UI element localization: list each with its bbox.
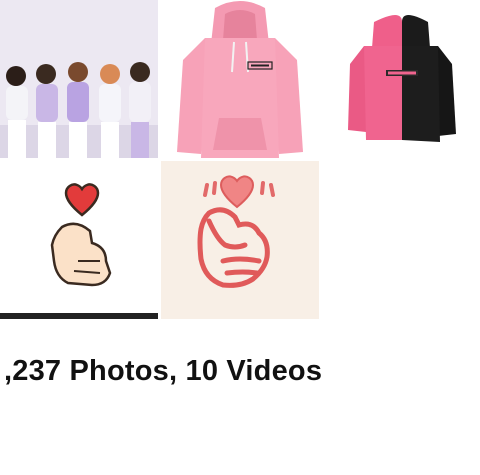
people-photo-icon xyxy=(0,0,158,158)
photo-thumbnail-group[interactable] xyxy=(0,0,158,158)
photo-thumbnail-finger-heart-outline[interactable] xyxy=(161,161,319,319)
finger-heart-icon xyxy=(0,161,158,319)
finger-heart-icon xyxy=(161,161,319,319)
photo-thumbnail-finger-heart-sticker[interactable] xyxy=(0,161,158,319)
hoodie-photo-icon xyxy=(322,0,480,158)
library-item-count: ,237 Photos, 10 Videos xyxy=(4,355,323,387)
photo-thumbnail-pink-hoodie[interactable] xyxy=(161,0,319,158)
hoodie-photo-icon xyxy=(161,0,319,158)
photo-thumbnail-pink-black-hoodie[interactable] xyxy=(322,0,480,158)
